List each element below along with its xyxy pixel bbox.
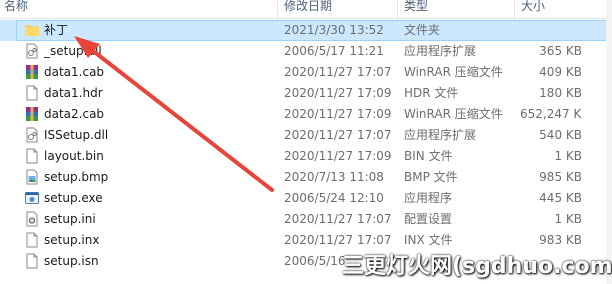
file-size: 983 KB xyxy=(539,233,582,247)
file-date: 2006/5/24 12:10 xyxy=(284,191,384,205)
file-icon xyxy=(24,85,40,101)
file-row[interactable]: setup.bmp 2020/7/13 11:08 BMP 文件 985 KB xyxy=(0,167,612,188)
winrar-icon xyxy=(24,106,40,122)
file-type: 应用程序扩展 xyxy=(404,128,477,142)
file-icon xyxy=(24,148,40,164)
file-name: data2.cab xyxy=(44,107,105,121)
file-name: _setup.dll xyxy=(44,44,102,58)
file-row[interactable]: data1.cab 2020/11/27 17:07 WinRAR 压缩文件 409 … xyxy=(0,62,612,83)
file-size: 180 KB xyxy=(539,86,582,100)
file-name: layout.bin xyxy=(44,149,104,163)
folder-icon xyxy=(24,22,40,38)
column-header: 名称 修改日期 类型 大小 xyxy=(0,0,612,19)
column-divider[interactable] xyxy=(277,0,278,18)
file-row[interactable]: data2.cab 2020/11/27 17:09 WinRAR 压缩文件 652,… xyxy=(0,104,612,125)
file-row[interactable]: layout.bin 2020/11/27 17:09 BIN 文件 1 KB xyxy=(0,146,612,167)
file-date: 2020/7/13 11:08 xyxy=(284,170,384,184)
file-size: 652,247 KB xyxy=(520,107,582,121)
file-type: 应用程序扩展 xyxy=(404,44,477,58)
file-row[interactable]: setup.exe 2006/5/24 12:10 应用程序 445 KB xyxy=(0,188,612,209)
file-name: data1.cab xyxy=(44,65,105,79)
file-name: 补丁 xyxy=(44,23,69,37)
file-date: 2020/11/27 17:07 xyxy=(284,128,392,142)
file-size xyxy=(520,20,582,41)
dll-icon xyxy=(24,127,40,143)
image-icon xyxy=(24,169,40,185)
file-icon xyxy=(24,232,40,248)
file-name: setup.inx xyxy=(44,233,100,247)
file-date: 2006/5/17 11:21 xyxy=(284,44,384,58)
file-row[interactable]: setup.inx 2020/11/27 17:07 INX 文件 983 KB xyxy=(0,230,612,251)
file-type: HDR 文件 xyxy=(404,86,459,100)
file-name: setup.isn xyxy=(44,254,99,268)
file-type: 应用程序 xyxy=(404,191,453,205)
file-type: BMP 文件 xyxy=(404,170,458,184)
file-type: BIN 文件 xyxy=(404,149,453,163)
column-date-header[interactable]: 修改日期 xyxy=(284,0,332,16)
file-name: setup.ini xyxy=(44,212,96,226)
file-size: 1 KB xyxy=(554,212,582,226)
file-size: 409 KB xyxy=(539,65,582,79)
column-size-header[interactable]: 大小 xyxy=(521,0,545,16)
file-type: 配置设置 xyxy=(404,212,453,226)
file-row[interactable]: _setup.dll 2006/5/17 11:21 应用程序扩展 365 KB xyxy=(0,41,612,62)
file-size: 445 KB xyxy=(539,191,582,205)
column-divider[interactable] xyxy=(397,0,398,18)
file-date: 2020/11/27 17:07 xyxy=(284,233,392,247)
file-list: 补丁 2021/3/30 13:52 文件夹 _setup.dll 2006/5/17 … xyxy=(0,20,612,272)
file-name: setup.exe xyxy=(44,191,103,205)
file-size: 1 KB xyxy=(554,149,582,163)
file-name: setup.bmp xyxy=(44,170,109,184)
file-date: 2020/11/27 17:09 xyxy=(284,86,392,100)
watermark: 三更灯火网(sgdhuo.com) xyxy=(342,254,612,279)
file-date: 2020/11/27 17:09 xyxy=(284,149,392,163)
file-size: 540 KB xyxy=(539,128,582,142)
file-row[interactable]: data1.hdr 2020/11/27 17:09 HDR 文件 180 KB xyxy=(0,83,612,104)
file-date: 2020/11/27 17:07 xyxy=(284,65,392,79)
winrar-icon xyxy=(24,64,40,80)
file-row[interactable]: 补丁 2021/3/30 13:52 文件夹 xyxy=(0,20,612,41)
file-date: 2020/11/27 17:07 xyxy=(284,212,392,226)
file-type: INX 文件 xyxy=(404,233,453,247)
file-size: 365 KB xyxy=(539,44,582,58)
file-row[interactable]: ISSetup.dll 2020/11/27 17:07 应用程序扩展 540 KB xyxy=(0,125,612,146)
file-size: 985 KB xyxy=(539,170,582,184)
file-date: 2020/11/27 17:09 xyxy=(284,107,392,121)
dll-icon xyxy=(24,43,40,59)
file-name: ISSetup.dll xyxy=(44,128,109,142)
vertical-scrollbar[interactable] xyxy=(606,0,612,284)
file-name: data1.hdr xyxy=(44,86,103,100)
ini-icon xyxy=(24,211,40,227)
file-type: 文件夹 xyxy=(404,23,441,37)
column-name-header[interactable]: 名称 xyxy=(4,0,28,16)
file-row[interactable]: setup.ini 2020/11/27 17:07 配置设置 1 KB xyxy=(0,209,612,230)
exe-icon xyxy=(24,190,40,206)
file-type: WinRAR 压缩文件 xyxy=(404,107,503,121)
column-divider[interactable] xyxy=(514,0,515,18)
column-type-header[interactable]: 类型 xyxy=(404,0,428,16)
file-icon xyxy=(24,253,40,269)
file-type: WinRAR 压缩文件 xyxy=(404,65,503,79)
file-date: 2021/3/30 13:52 xyxy=(284,23,384,37)
